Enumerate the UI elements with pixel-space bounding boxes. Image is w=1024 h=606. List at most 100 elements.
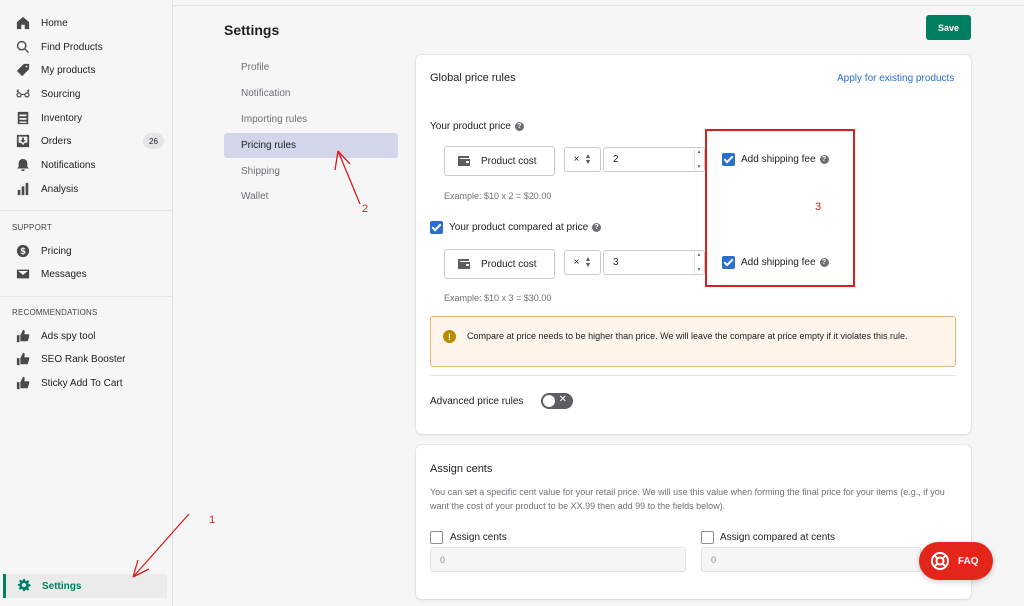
sidebar-item-settings[interactable]: Settings (3, 574, 167, 598)
global-price-rules-card (416, 55, 971, 434)
sidebar-item-label: Messages (41, 268, 87, 280)
compared-price-checkbox[interactable] (430, 221, 443, 234)
select-arrows-icon: ▲ ▼ (584, 152, 592, 166)
annotation-number-3: 3 (815, 201, 822, 213)
sidebar-item-home[interactable]: Home (0, 12, 173, 34)
assign-cents-input[interactable]: 0 (430, 547, 686, 572)
sidebar-item-label: Sticky Add To Cart (41, 377, 123, 389)
help-icon[interactable]: ? (514, 122, 524, 131)
assign-cents-checkbox[interactable] (430, 531, 443, 544)
sidebar-item-label: SEO Rank Booster (41, 353, 126, 365)
compared-example-text: Example: $10 x 3 = $30.00 (444, 293, 552, 303)
annotation-number-2: 2 (362, 203, 369, 215)
assign-compared-cents-checkbox[interactable] (701, 531, 714, 544)
number-spinner[interactable]: ▲ ▼ (694, 149, 703, 170)
sidebar-item-label: Inventory (41, 112, 83, 124)
price-example-text: Example: $10 x 2 = $20.00 (444, 191, 552, 201)
assign-compared-cents-value: 0 (711, 554, 717, 565)
warning-text: Compare at price needs to be higher than… (467, 331, 908, 341)
advanced-price-rules-label: Advanced price rules (430, 396, 524, 407)
sidebar-item-seo-rank-booster[interactable]: SEO Rank Booster (0, 348, 173, 370)
annotation-number-1: 1 (209, 514, 216, 526)
header-border (173, 5, 1024, 6)
sidebar-item-label: Notifications (41, 159, 96, 171)
support-section-title: SUPPORT (12, 223, 52, 232)
sidebar-item-pricing[interactable]: $ Pricing (0, 240, 173, 262)
help-icon[interactable]: ? (819, 155, 829, 164)
compared-operator-select[interactable]: × ▲ ▼ (564, 250, 601, 275)
compared-multiplier-input[interactable]: 3 ▲ ▼ (603, 250, 705, 275)
page-title: Settings (224, 22, 280, 38)
assign-cents-label: Assign cents (450, 532, 507, 543)
close-icon: ✕ (558, 394, 567, 405)
sidebar-item-find-products[interactable]: Find Products (0, 36, 173, 58)
assign-cents-card (416, 445, 971, 599)
settings-nav-wallet[interactable]: Wallet (224, 184, 398, 209)
recommendations-section-title: RECOMMENDATIONS (12, 308, 98, 317)
settings-nav-pricing-rules[interactable]: Pricing rules (224, 133, 398, 158)
wallet-icon (458, 156, 470, 166)
operator-value: × (573, 154, 580, 165)
price-shipping-fee-label: Add shipping fee? (741, 154, 829, 165)
sidebar-item-ads-spy-tool[interactable]: Ads spy tool (0, 325, 173, 347)
settings-nav-notification[interactable]: Notification (224, 81, 398, 106)
product-cost-label: Product cost (481, 258, 537, 270)
sidebar-item-my-products[interactable]: My products (0, 59, 173, 81)
assign-cents-value: 0 (440, 554, 446, 565)
product-price-label: Your product price? (430, 121, 524, 132)
sidebar-item-label: Pricing (41, 245, 72, 257)
assign-compared-cents-input[interactable]: 0 (701, 547, 921, 572)
compared-multiplier-value: 3 (613, 257, 619, 268)
compared-shipping-fee-checkbox[interactable] (722, 256, 735, 269)
toggle-knob (543, 395, 555, 407)
gear-icon (17, 578, 31, 595)
price-multiplier-input[interactable]: 2 ▲ ▼ (603, 147, 705, 172)
sidebar-item-label: Analysis (41, 183, 79, 195)
sidebar: Home Find Products My products Sourcing … (0, 0, 173, 606)
thumbs-up-icon (16, 329, 30, 343)
sidebar-item-label: Sourcing (41, 88, 81, 100)
advanced-price-rules-toggle[interactable]: ✕ (541, 393, 573, 409)
sidebar-item-inventory[interactable]: Inventory (0, 107, 173, 129)
warning-icon: ! (443, 330, 456, 343)
sidebar-item-sticky-add-to-cart[interactable]: Sticky Add To Cart (0, 372, 173, 394)
sidebar-item-sourcing[interactable]: Sourcing (0, 83, 173, 105)
product-cost-select[interactable]: Product cost (444, 146, 555, 176)
faq-button[interactable]: FAQ (919, 542, 993, 580)
sidebar-item-label: Ads spy tool (41, 330, 96, 342)
assign-compared-cents-label: Assign compared at cents (720, 532, 836, 543)
help-icon[interactable]: ? (592, 223, 602, 232)
sidebar-divider (0, 296, 172, 297)
apply-existing-products-link[interactable]: Apply for existing products (837, 73, 954, 84)
price-operator-select[interactable]: × ▲ ▼ (564, 147, 601, 172)
assign-cents-description: You can set a specific cent value for yo… (430, 487, 945, 511)
lifebuoy-icon (931, 552, 949, 570)
settings-nav-shipping[interactable]: Shipping (224, 159, 398, 184)
inventory-icon (16, 111, 30, 125)
wallet-icon (458, 259, 470, 269)
sidebar-item-notifications[interactable]: Notifications (0, 154, 173, 176)
sidebar-item-label: Find Products (41, 41, 103, 53)
sidebar-item-orders[interactable]: Orders 26 (0, 130, 173, 152)
bar-chart-icon (16, 182, 30, 196)
settings-nav-profile[interactable]: Profile (224, 55, 398, 80)
thumbs-up-icon (16, 376, 30, 390)
save-button[interactable]: Save (926, 15, 971, 40)
global-price-rules-title: Global price rules (430, 72, 516, 84)
sidebar-item-messages[interactable]: Messages (0, 263, 173, 285)
settings-nav-importing-rules[interactable]: Importing rules (224, 107, 398, 132)
price-multiplier-value: 2 (613, 154, 619, 165)
faq-label: FAQ (958, 555, 979, 567)
bell-icon (16, 158, 30, 172)
home-icon (16, 16, 30, 30)
number-spinner[interactable]: ▲ ▼ (694, 252, 703, 273)
sidebar-item-analysis[interactable]: Analysis (0, 178, 173, 200)
help-icon[interactable]: ? (819, 258, 829, 267)
orders-count-badge: 26 (143, 133, 164, 149)
sidebar-item-label: Home (41, 17, 68, 29)
sidebar-divider (0, 210, 172, 211)
sidebar-item-label: Settings (42, 580, 82, 592)
compared-product-cost-select[interactable]: Product cost (444, 249, 555, 279)
envelope-icon (16, 267, 30, 281)
price-shipping-fee-checkbox[interactable] (722, 153, 735, 166)
